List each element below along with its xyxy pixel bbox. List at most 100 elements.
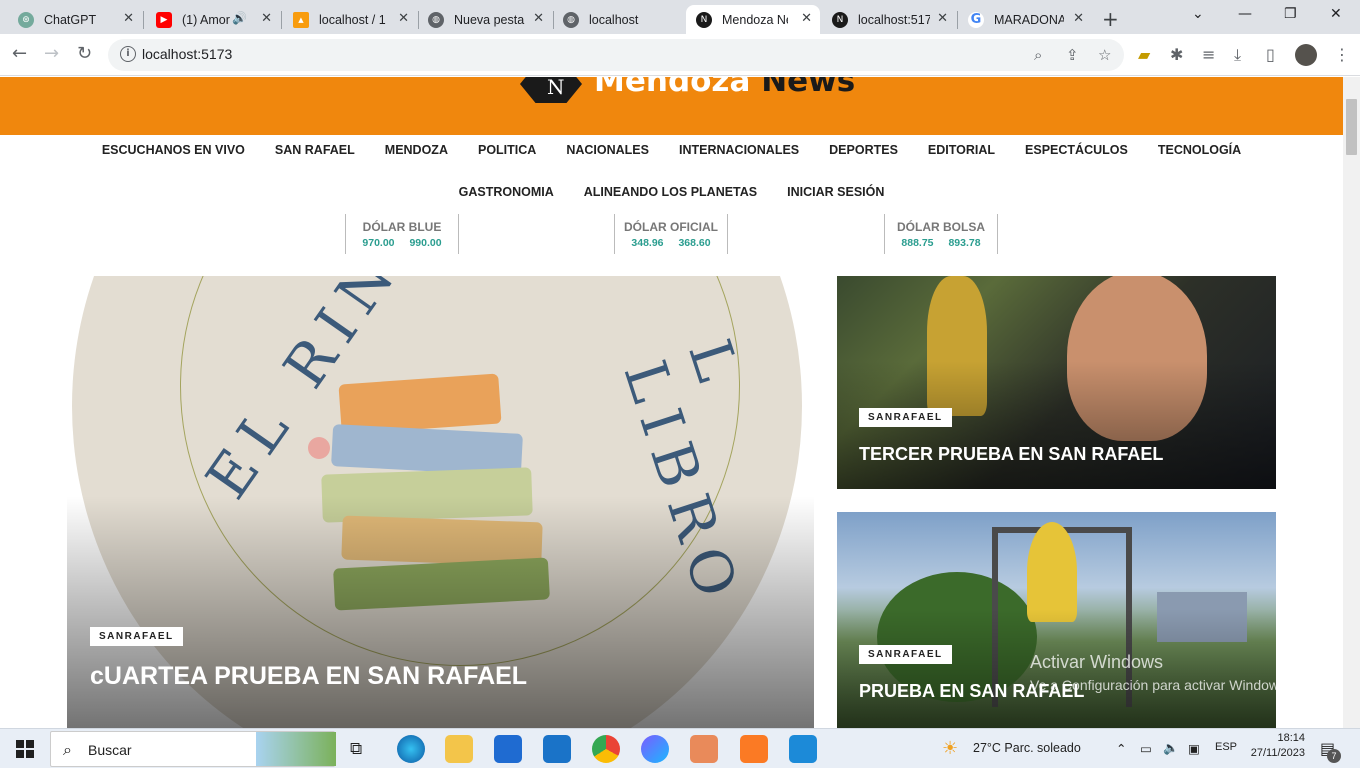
chrome-icon[interactable] — [592, 735, 620, 763]
dolar-sell: 990.00 — [409, 237, 442, 249]
nav-item-escuchanos[interactable]: ESCUCHANOS EN VIVO — [102, 143, 245, 157]
close-icon[interactable]: ✕ — [398, 11, 409, 26]
nav-item-tecnologia[interactable]: TECNOLOGÍA — [1158, 143, 1241, 157]
activate-windows-watermark: Activar Windows — [1030, 652, 1164, 672]
side-panel-icon[interactable]: ▯ — [1266, 45, 1275, 64]
task-view-icon[interactable]: ⧉ — [350, 739, 362, 759]
tab-youtube[interactable]: ▶ (1) Amor 🔊 ✕ — [146, 5, 280, 34]
chevron-up-icon[interactable]: ⌃ — [1116, 741, 1126, 756]
discord-icon[interactable] — [690, 735, 718, 763]
weather-sun-icon[interactable]: ☀ — [942, 738, 958, 759]
new-tab-plus-icon[interactable]: + — [1102, 7, 1119, 31]
main-nav-row-2: GASTRONOMIA ALINEANDO LOS PLANETAS INICIAR… — [0, 185, 1343, 199]
hero-category-badge[interactable]: SANRAFAEL — [90, 627, 183, 646]
close-icon[interactable]: ✕ — [261, 11, 272, 26]
extensions-puzzle-icon[interactable]: ✱ — [1170, 45, 1183, 64]
vscode-icon[interactable] — [789, 735, 817, 763]
tab-localhost-5173[interactable]: N localhost:517 ✕ — [822, 5, 956, 34]
side-article-2[interactable]: SANRAFAEL PRUEBA EN SAN RAFAEL — [837, 512, 1276, 728]
profile-avatar[interactable] — [1295, 44, 1317, 66]
bookmark-star-icon[interactable]: ☆ — [1098, 46, 1111, 64]
display-icon[interactable]: ▣ — [1188, 741, 1200, 756]
network-icon[interactable]: ▭ — [1140, 741, 1152, 756]
edge-icon[interactable] — [397, 735, 425, 763]
url-text[interactable]: localhost:5173 — [142, 46, 232, 62]
tab-separator — [143, 11, 144, 29]
nav-item-gastronomia[interactable]: GASTRONOMIA — [459, 185, 554, 199]
clock[interactable]: 18:14 27/11/2023 — [1245, 732, 1305, 759]
language-indicator[interactable]: ESP — [1215, 741, 1237, 753]
tab-phpmyadmin[interactable]: ▲ localhost / 1 ✕ — [283, 5, 417, 34]
speaker-icon[interactable]: 🔊 — [232, 11, 247, 25]
close-icon[interactable]: ✕ — [533, 11, 544, 26]
copilot-icon[interactable] — [641, 735, 669, 763]
tab-mendoza-news[interactable]: N Mendoza Ne ✕ — [686, 5, 820, 34]
kebab-menu-icon[interactable]: ⋮ — [1334, 45, 1350, 64]
mail-icon[interactable] — [543, 735, 571, 763]
extension-folder-icon[interactable]: ▰ — [1138, 45, 1150, 64]
taskbar-search-box[interactable]: ⌕ Buscar — [50, 731, 336, 767]
tab-google-maradona[interactable]: G MARADONA ✕ — [958, 5, 1092, 34]
nav-item-alineando[interactable]: ALINEANDO LOS PLANETAS — [584, 185, 757, 199]
search-highlight-image — [256, 732, 336, 766]
dolar-values: 348.96 368.60 — [615, 237, 727, 249]
close-icon[interactable]: ✕ — [1073, 11, 1084, 26]
main-nav-row-1: ESCUCHANOS EN VIVO SAN RAFAEL MENDOZA POLIT… — [0, 143, 1343, 157]
minimize-icon[interactable]: — — [1238, 6, 1252, 22]
window-close-icon[interactable]: ✕ — [1330, 6, 1342, 22]
nav-item-espectaculos[interactable]: ESPECTÁCULOS — [1025, 143, 1128, 157]
volume-icon[interactable]: 🔈 — [1163, 741, 1179, 756]
card-1-category-badge[interactable]: SANRAFAEL — [859, 408, 952, 427]
site-info-icon[interactable]: i — [120, 46, 136, 62]
mendoza-news-icon: N — [696, 11, 712, 28]
nav-item-deportes[interactable]: DEPORTES — [829, 143, 898, 157]
xampp-icon[interactable] — [740, 735, 768, 763]
microsoft-store-icon[interactable] — [494, 735, 522, 763]
restore-icon[interactable]: ❐ — [1284, 6, 1297, 22]
tab-localhost[interactable]: ◍ localhost — [553, 5, 687, 34]
logo-word-1: Mendoza — [594, 77, 751, 99]
logo-hex-icon[interactable]: N — [520, 77, 582, 103]
nav-item-politica[interactable]: POLITICA — [478, 143, 536, 157]
tab-nueva-pestana[interactable]: ◍ Nueva pesta ✕ — [418, 5, 552, 34]
hero-article[interactable]: EL RINC L LIBRO SANRAFAEL cUARTEA PRUEBA… — [67, 276, 814, 728]
zoom-icon[interactable]: ⌕ — [1034, 46, 1042, 64]
side-article-1[interactable]: SANRAFAEL TERCER PRUEBA EN SAN RAFAEL — [837, 276, 1276, 489]
tab-title: (1) Amor — [182, 12, 230, 27]
browser-tab-strip: ⊛ ChatGPT ✕ ▶ (1) Amor 🔊 ✕ ▲ localhost /… — [0, 0, 1360, 34]
site-logo-text[interactable]: Mendoza News — [594, 77, 855, 99]
nav-item-nacionales[interactable]: NACIONALES — [566, 143, 649, 157]
tab-chatgpt[interactable]: ⊛ ChatGPT ✕ — [8, 5, 142, 34]
page-scrollbar[interactable] — [1343, 77, 1360, 728]
media-controls-icon[interactable]: ≡ — [1202, 45, 1215, 64]
card-2-category-badge[interactable]: SANRAFAEL — [859, 645, 952, 664]
address-bar[interactable]: i localhost:5173 ⌕ ⇪ ☆ — [108, 39, 1124, 71]
back-arrow-icon[interactable]: ← — [12, 43, 27, 64]
card-1-title[interactable]: TERCER PRUEBA EN SAN RAFAEL — [859, 444, 1163, 465]
share-icon[interactable]: ⇪ — [1066, 46, 1079, 64]
reload-icon[interactable]: ↻ — [77, 43, 92, 64]
tab-title: localhost — [589, 12, 639, 27]
page-viewport: N Mendoza News ESCUCHANOS EN VIVO SAN RAF… — [0, 77, 1343, 728]
tab-search-chevron-icon[interactable]: ⌄ — [1192, 6, 1204, 22]
file-explorer-icon[interactable] — [445, 735, 473, 763]
hero-gradient-overlay — [67, 496, 814, 728]
close-icon[interactable]: ✕ — [801, 11, 812, 26]
tab-title: MARADONA — [994, 12, 1064, 27]
nav-item-mendoza[interactable]: MENDOZA — [385, 143, 448, 157]
nav-item-internacionales[interactable]: INTERNACIONALES — [679, 143, 799, 157]
dolar-label: DÓLAR OFICIAL — [624, 220, 718, 234]
scrollbar-thumb[interactable] — [1346, 99, 1357, 155]
download-icon[interactable]: ⤓ — [1234, 45, 1241, 65]
nav-item-iniciar-sesion[interactable]: INICIAR SESIÓN — [787, 185, 884, 199]
hero-title[interactable]: cUARTEA PRUEBA EN SAN RAFAEL — [90, 662, 527, 691]
weather-text[interactable]: 27°C Parc. soleado — [973, 741, 1081, 755]
nav-item-editorial[interactable]: EDITORIAL — [928, 143, 995, 157]
nav-item-san-rafael[interactable]: SAN RAFAEL — [275, 143, 355, 157]
activate-windows-hint: Ve a Configuración para activar Windows. — [1030, 677, 1290, 693]
close-icon[interactable]: ✕ — [123, 11, 134, 26]
forward-arrow-icon[interactable]: → — [44, 43, 59, 64]
dolar-bolsa-widget: DÓLAR BOLSA 888.75 893.78 — [884, 214, 998, 254]
windows-start-icon[interactable] — [16, 740, 34, 758]
close-icon[interactable]: ✕ — [937, 11, 948, 26]
